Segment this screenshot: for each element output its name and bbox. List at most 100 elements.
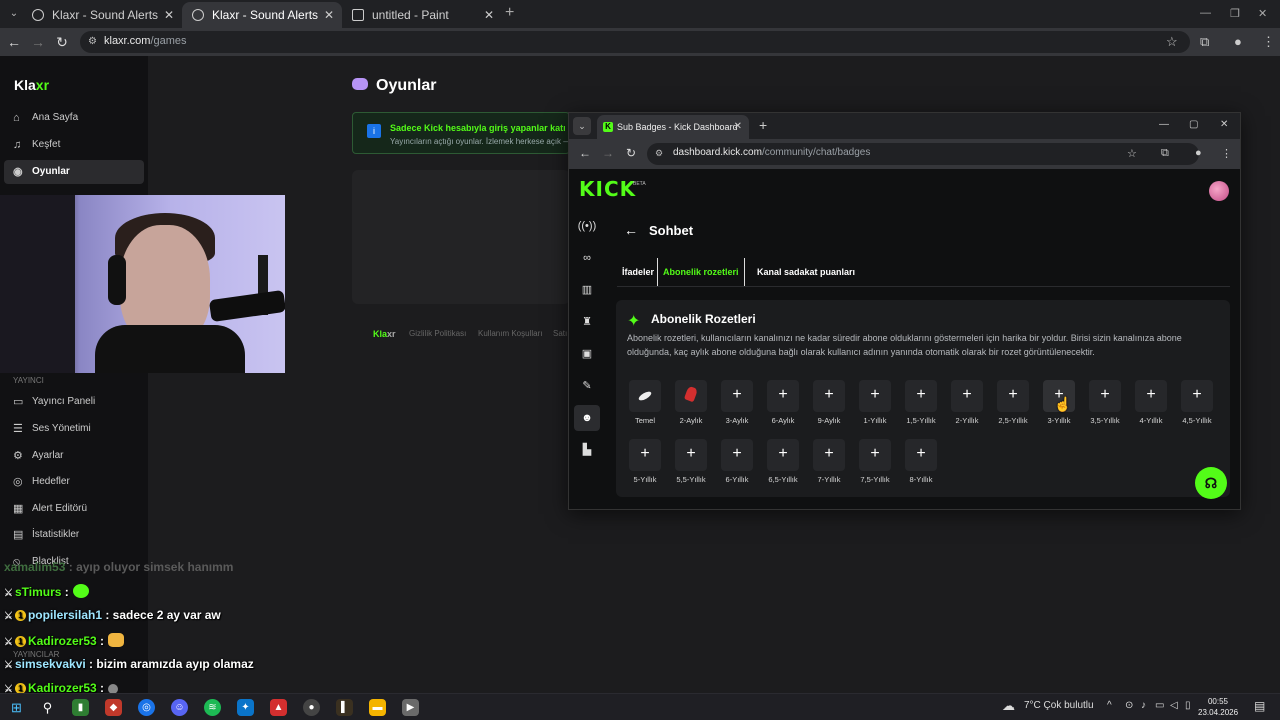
- kick-logo[interactable]: KICK: [579, 177, 636, 201]
- site-info-icon[interactable]: ⚙: [655, 148, 663, 159]
- taskbar-clock[interactable]: 00:55 23.04.2026: [1198, 696, 1238, 718]
- tab-loyalty-points[interactable]: Kanal sadakat puanları: [752, 258, 860, 286]
- community-icon[interactable]: ☻: [574, 405, 600, 431]
- badge-tile-3-month[interactable]: +3-Aylık: [719, 380, 755, 426]
- badge-tile-1-year[interactable]: +1-Yıllık: [857, 380, 893, 426]
- profile-icon[interactable]: ●: [1195, 147, 1202, 159]
- extensions-icon[interactable]: ⧉: [1161, 147, 1169, 160]
- profile-icon[interactable]: ●: [1234, 34, 1242, 49]
- badge-tile-5-year[interactable]: +5-Yıllık: [627, 439, 663, 485]
- badge-tile-6-month[interactable]: +6-Aylık: [765, 380, 801, 426]
- badge-tile-6-5-year[interactable]: +6,5-Yıllık: [765, 439, 801, 485]
- windows-start-icon[interactable]: ⊞: [8, 699, 25, 716]
- link-icon[interactable]: ∞: [574, 245, 600, 271]
- menu-icon[interactable]: ⋮: [1221, 147, 1232, 160]
- menu-icon[interactable]: ⋮: [1262, 34, 1275, 50]
- sidebar-item-statistics[interactable]: ▤ İstatistikler: [4, 523, 144, 547]
- avatar[interactable]: [1209, 181, 1229, 201]
- app-icon-blue[interactable]: ✦: [237, 699, 254, 716]
- tab-paint[interactable]: untitled - Paint ✕: [342, 2, 502, 28]
- badge-tile-6-year[interactable]: +6-Yıllık: [719, 439, 755, 485]
- sidebar-item-sound-management[interactable]: ☰ Ses Yönetimi: [4, 417, 144, 441]
- app-icon-green[interactable]: ▮: [72, 699, 89, 716]
- spotify-icon[interactable]: ≋: [204, 699, 221, 716]
- folder-icon[interactable]: ▬: [369, 699, 386, 716]
- video-icon[interactable]: ▣: [574, 341, 600, 367]
- tab-sub-badges[interactable]: Abonelik rozetleri: [657, 258, 745, 286]
- badge-tile-2-month[interactable]: 2-Aylık: [673, 380, 709, 426]
- badge-tile-5-5-year[interactable]: +5,5-Yıllık: [673, 439, 709, 485]
- close-window-icon[interactable]: ✕: [1220, 119, 1228, 130]
- search-icon[interactable]: ⚲: [39, 699, 56, 716]
- tab-klaxr-2[interactable]: Klaxr - Sound Alerts ✕: [182, 2, 342, 28]
- reload-icon[interactable]: ↻: [52, 32, 72, 52]
- badge-tile-7-5-year[interactable]: +7,5-Yıllık: [857, 439, 893, 485]
- footer-link-privacy[interactable]: Gizlilik Politikası: [409, 329, 466, 338]
- badge-tile-4-5-year[interactable]: +4,5-Yıllık: [1179, 380, 1215, 426]
- badge-tile-1-5-year[interactable]: +1,5-Yıllık: [903, 380, 939, 426]
- close-tab-icon[interactable]: ✕: [484, 2, 494, 28]
- sidebar-item-games[interactable]: ◉ Oyunlar: [4, 160, 144, 184]
- extensions-icon[interactable]: ⧉: [1200, 34, 1209, 50]
- sidebar-item-home[interactable]: ⌂ Ana Sayfa: [4, 106, 144, 130]
- obs-icon[interactable]: ●: [303, 699, 320, 716]
- badge-tile-base[interactable]: Temel: [627, 380, 663, 426]
- back-icon[interactable]: ←: [579, 146, 591, 160]
- sidebar-item-goals[interactable]: ◎ Hedefler: [4, 470, 144, 494]
- badge-tile-2-year[interactable]: +2-Yıllık: [949, 380, 985, 426]
- discord-icon[interactable]: ☺: [171, 699, 188, 716]
- game-icon[interactable]: ▌: [336, 699, 353, 716]
- close-tab-icon[interactable]: ✕: [734, 115, 742, 139]
- weather-icon[interactable]: ☁: [1002, 698, 1015, 714]
- reload-icon[interactable]: ↻: [626, 146, 636, 160]
- close-tab-icon[interactable]: ✕: [324, 2, 334, 28]
- sidebar-item-settings[interactable]: ⚙ Ayarlar: [4, 444, 144, 468]
- url-field[interactable]: ⚙ klaxr.com/games: [80, 31, 1190, 53]
- forward-icon[interactable]: →: [602, 146, 614, 160]
- analytics-icon[interactable]: ▥: [574, 277, 600, 303]
- badge-tile-9-month[interactable]: +9-Aylık: [811, 380, 847, 426]
- maximize-icon[interactable]: ▢: [1189, 119, 1198, 130]
- tab-search-icon[interactable]: ⌄: [6, 6, 22, 22]
- kick-url-field[interactable]: ⚙ dashboard.kick.com/community/chat/badg…: [647, 143, 1199, 165]
- minimize-icon[interactable]: —: [1200, 7, 1211, 19]
- dashboard-icon[interactable]: ▙: [574, 437, 600, 463]
- maximize-icon[interactable]: ❐: [1230, 7, 1240, 20]
- badge-tile-2-5-year[interactable]: +2,5-Yıllık: [995, 380, 1031, 426]
- tab-emotes[interactable]: İfadeler: [617, 258, 659, 286]
- wrench-icon[interactable]: ✎: [574, 373, 600, 399]
- app-icon-red[interactable]: ▲: [270, 699, 287, 716]
- badge-tile-4-year[interactable]: +4-Yıllık: [1133, 380, 1169, 426]
- sidebar-item-alert-editor[interactable]: ▦ Alert Editörü: [4, 497, 144, 521]
- footer-link-sales[interactable]: Satı: [553, 329, 567, 338]
- klaxr-logo[interactable]: Klaxr: [14, 77, 49, 93]
- sidebar-item-streamer-panel[interactable]: ▭ Yayıncı Paneli: [4, 390, 144, 414]
- back-icon[interactable]: ←: [4, 32, 24, 52]
- badge-tile-3-5-year[interactable]: +3,5-Yıllık: [1087, 380, 1123, 426]
- close-window-icon[interactable]: ✕: [1258, 7, 1267, 20]
- app-icon-shield[interactable]: ◆: [105, 699, 122, 716]
- sidebar-item-explore[interactable]: ♫ Keşfet: [4, 133, 144, 157]
- network-icon[interactable]: ▭: [1155, 700, 1164, 711]
- new-tab-icon[interactable]: +: [505, 4, 514, 22]
- back-arrow-icon[interactable]: ←: [624, 222, 638, 238]
- weather-text[interactable]: 7°C Çok bulutlu: [1024, 700, 1094, 711]
- close-tab-icon[interactable]: ✕: [164, 2, 174, 28]
- badge-tile-7-year[interactable]: +7-Yıllık: [811, 439, 847, 485]
- chevron-up-icon[interactable]: ^: [1107, 700, 1112, 711]
- bookmark-star-icon[interactable]: ☆: [1127, 147, 1137, 160]
- bookmark-star-icon[interactable]: ☆: [1166, 34, 1178, 50]
- microphone-icon[interactable]: ♪: [1141, 700, 1146, 711]
- paint-icon[interactable]: ▶: [402, 699, 419, 716]
- tab-search-icon[interactable]: ⌄: [573, 117, 591, 135]
- minimize-icon[interactable]: —: [1159, 119, 1169, 130]
- badge-tile-8-year[interactable]: +8-Yıllık: [903, 439, 939, 485]
- battery-icon[interactable]: ▯: [1185, 700, 1191, 711]
- volume-icon[interactable]: ◁: [1170, 700, 1178, 711]
- tab-klaxr-1[interactable]: Klaxr - Sound Alerts ✕: [22, 2, 182, 28]
- site-info-icon[interactable]: ⚙: [88, 36, 97, 47]
- footer-link-terms[interactable]: Kullanım Koşulları: [478, 329, 542, 338]
- new-tab-icon[interactable]: +: [759, 117, 767, 133]
- notification-icon[interactable]: ▤: [1254, 699, 1265, 713]
- forward-icon[interactable]: →: [28, 32, 48, 52]
